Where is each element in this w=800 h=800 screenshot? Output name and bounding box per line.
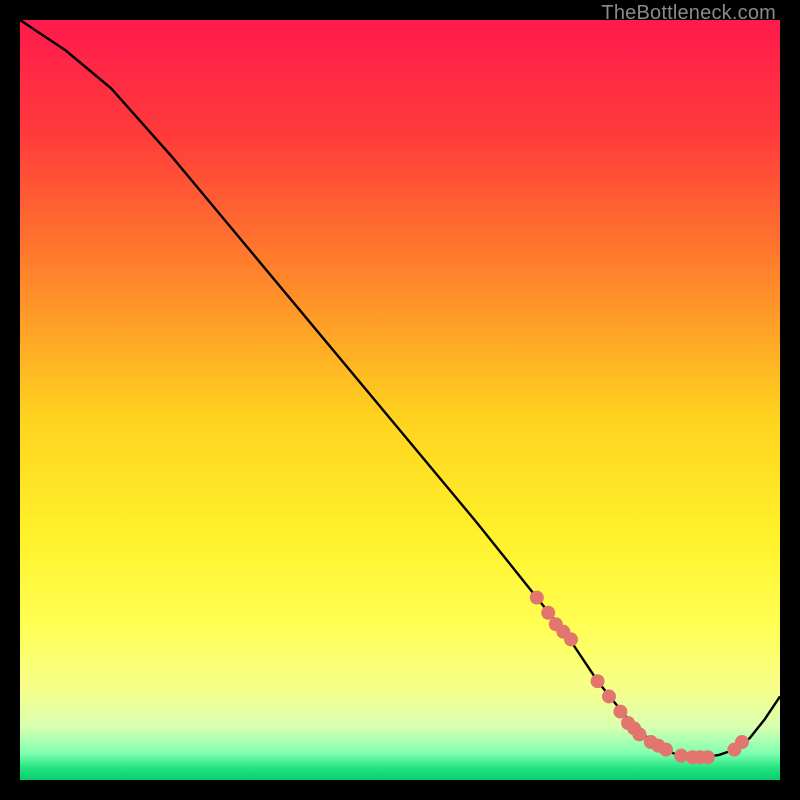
bottleneck-chart: [20, 20, 780, 780]
marker-dot: [564, 632, 578, 646]
marker-dot: [591, 674, 605, 688]
marker-dot: [701, 750, 715, 764]
marker-dot: [530, 591, 544, 605]
marker-dot: [632, 727, 646, 741]
marker-dot: [541, 606, 555, 620]
marker-dot: [735, 735, 749, 749]
chart-frame: TheBottleneck.com: [20, 20, 780, 780]
marker-dot: [659, 743, 673, 757]
marker-dot: [602, 689, 616, 703]
marker-dot: [613, 705, 627, 719]
gradient-rect: [20, 20, 780, 780]
